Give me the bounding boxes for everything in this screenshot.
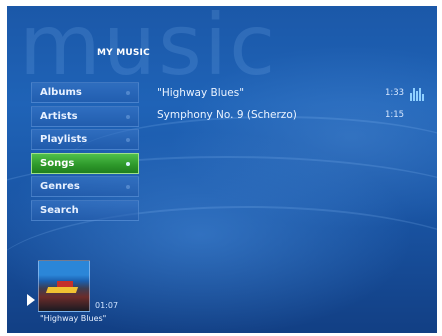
menu-item-label: Albums [40, 87, 82, 98]
menu-dot-icon [126, 91, 130, 95]
menu-item-label: Playlists [40, 134, 88, 146]
song-title: "Highway Blues" [157, 87, 245, 99]
play-arrow-icon[interactable] [27, 294, 35, 306]
album-art-thumbnail[interactable] [38, 260, 90, 312]
now-playing-title: "Highway Blues" [40, 314, 107, 323]
menu-dot-icon [126, 114, 130, 119]
menu-item-search[interactable]: Search [31, 199, 139, 221]
song-duration: 1:15 [385, 110, 405, 120]
menu-dot-icon [126, 161, 130, 166]
song-duration: 1:33 [385, 88, 405, 98]
menu-item-albums[interactable]: Albums [31, 82, 139, 103]
menu-item-label: Artists [40, 110, 78, 122]
menu-item-songs[interactable]: Songs [31, 152, 139, 174]
menu-item-playlists[interactable]: Playlists [31, 129, 139, 151]
menu-item-label: Search [40, 204, 79, 216]
media-center-screen: music MY MUSIC Albums Artists Playlists … [7, 6, 437, 333]
song-title: Symphony No. 9 (Scherzo) [157, 109, 297, 121]
menu-dot-icon [126, 185, 130, 190]
menu-item-artists[interactable]: Artists [31, 105, 139, 127]
now-playing-time: 01:07 [95, 301, 119, 310]
menu-item-genres[interactable]: Genres [31, 176, 139, 198]
song-row[interactable]: "Highway Blues" 1:33 [153, 82, 425, 104]
category-menu: Albums Artists Playlists Songs Genres Se… [31, 82, 139, 224]
menu-item-label: Songs [40, 157, 75, 169]
page-title: MY MUSIC [97, 48, 150, 58]
album-art-detail [45, 287, 79, 293]
menu-item-label: Genres [40, 181, 80, 193]
song-list: "Highway Blues" 1:33 Symphony No. 9 (Sch… [153, 82, 425, 126]
menu-dot-icon [126, 138, 130, 143]
now-playing-bars-icon [410, 88, 424, 101]
song-row[interactable]: Symphony No. 9 (Scherzo) 1:15 [153, 104, 425, 126]
